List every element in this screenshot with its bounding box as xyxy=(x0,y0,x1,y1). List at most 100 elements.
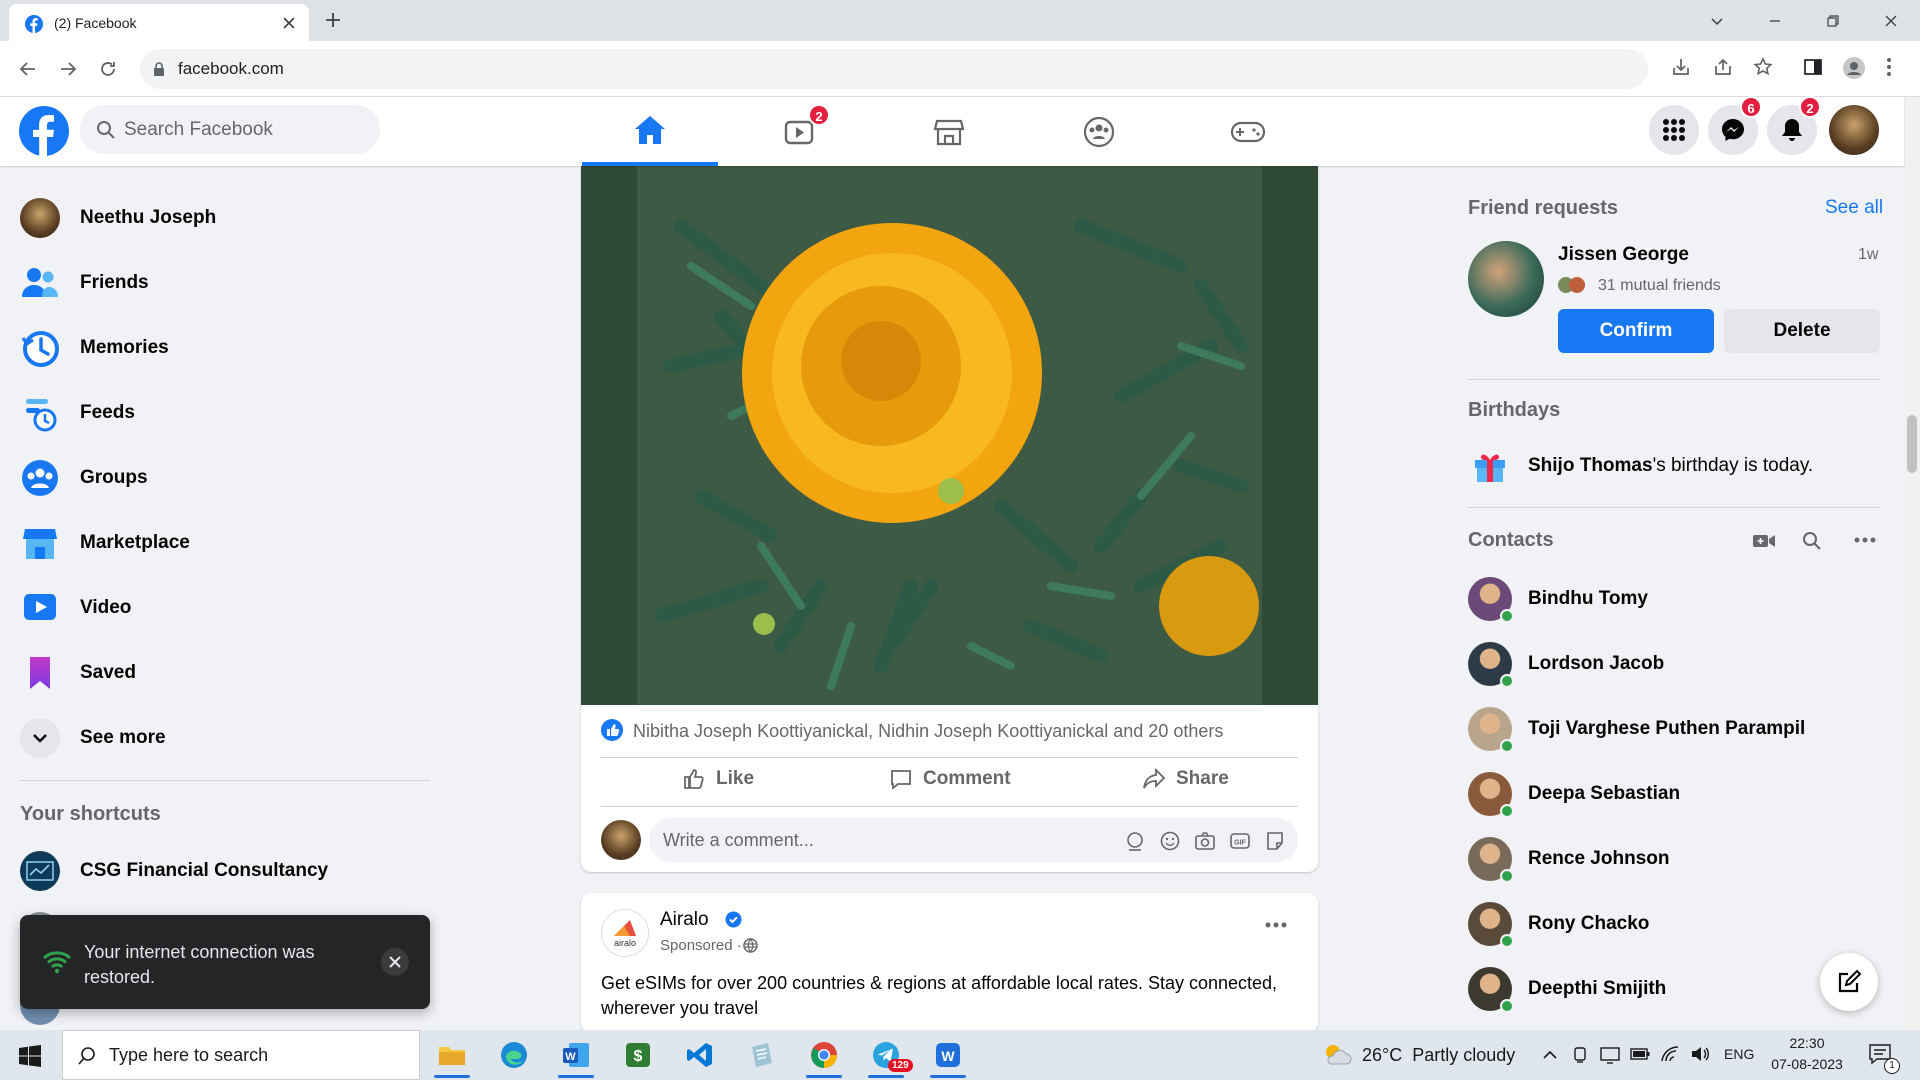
nav-tab-marketplace[interactable] xyxy=(881,97,1017,166)
birthday-person-name[interactable]: Shijo Thomas xyxy=(1528,455,1653,476)
new-message-button[interactable] xyxy=(1820,953,1878,1011)
commenter-avatar[interactable] xyxy=(601,820,641,860)
like-button[interactable]: Like xyxy=(682,759,754,799)
contacts-search-icon[interactable] xyxy=(1802,531,1822,551)
language-indicator[interactable]: ENG xyxy=(1724,1046,1754,1062)
sticker-icon[interactable] xyxy=(1264,830,1286,852)
messenger-button[interactable]: 6 xyxy=(1708,96,1762,155)
restore-icon[interactable] xyxy=(1804,0,1862,41)
telegram-app[interactable]: 129 xyxy=(856,1030,916,1080)
confirm-button[interactable]: Confirm xyxy=(1558,309,1714,353)
close-tab-icon[interactable] xyxy=(281,15,297,31)
friend-request-avatar[interactable] xyxy=(1468,241,1544,317)
contact-item[interactable]: Lordson Jacob xyxy=(1468,634,1888,690)
nav-tab-gaming[interactable] xyxy=(1180,97,1316,166)
sidebar-item-video[interactable]: Video xyxy=(16,580,436,636)
chrome-app[interactable] xyxy=(794,1030,854,1080)
windows-start-icon[interactable] xyxy=(19,1045,41,1067)
sidebar-item-feeds[interactable]: Feeds xyxy=(16,385,436,441)
back-icon[interactable] xyxy=(14,55,42,83)
clock-time[interactable]: 22:30 xyxy=(1772,1035,1842,1051)
nav-tab-groups[interactable] xyxy=(1031,97,1167,166)
nav-tab-watch[interactable]: 2 xyxy=(732,97,868,166)
weather-partly-cloudy-icon[interactable] xyxy=(1322,1042,1352,1068)
reload-icon[interactable] xyxy=(94,55,122,83)
minimize-icon[interactable] xyxy=(1746,0,1804,41)
new-room-video-icon[interactable] xyxy=(1752,531,1776,551)
bookmark-star-icon[interactable] xyxy=(1752,56,1774,78)
money-app[interactable]: $ xyxy=(608,1030,668,1080)
address-bar[interactable]: facebook.com xyxy=(140,49,1648,89)
profile-icon[interactable] xyxy=(1842,56,1866,80)
contact-item[interactable]: Toji Varghese Puthen Parampil xyxy=(1468,699,1888,755)
more-options-icon[interactable] xyxy=(1264,921,1288,929)
facebook-search-box[interactable] xyxy=(80,105,380,154)
post-author[interactable]: Airalo xyxy=(660,909,709,931)
chrome-menu-icon[interactable] xyxy=(1886,56,1892,78)
share-button[interactable]: Share xyxy=(1142,759,1229,799)
edge-app[interactable] xyxy=(484,1030,544,1080)
contact-item[interactable]: Bindhu Tomy xyxy=(1468,569,1888,625)
lock-icon[interactable] xyxy=(152,61,166,77)
contacts-options-icon[interactable] xyxy=(1853,536,1877,544)
file-explorer-app[interactable] xyxy=(422,1030,482,1080)
reactions-summary[interactable]: Nibitha Joseph Koottiyanickal, Nidhin Jo… xyxy=(633,721,1223,742)
search-input[interactable] xyxy=(124,105,364,154)
display-icon[interactable] xyxy=(1600,1046,1620,1064)
url-text[interactable]: facebook.com xyxy=(178,59,284,79)
sidebar-item-groups[interactable]: Groups xyxy=(16,450,436,506)
side-panel-icon[interactable] xyxy=(1802,56,1824,78)
like-reaction-icon[interactable] xyxy=(601,719,623,741)
account-avatar[interactable] xyxy=(1829,105,1879,155)
gif-icon[interactable]: GIF xyxy=(1229,830,1251,852)
delete-button[interactable]: Delete xyxy=(1724,309,1880,353)
install-app-icon[interactable] xyxy=(1670,56,1692,78)
emoji-icon[interactable] xyxy=(1159,830,1181,852)
sidebar-item-saved[interactable]: Saved xyxy=(16,645,436,701)
comment-input[interactable]: Write a comment... xyxy=(663,830,814,851)
wps-app[interactable]: W xyxy=(918,1030,978,1080)
weather-text[interactable]: 26°C Partly cloudy xyxy=(1362,1045,1515,1066)
post-photo[interactable] xyxy=(581,166,1318,705)
menu-button[interactable] xyxy=(1649,105,1699,155)
forward-icon[interactable] xyxy=(54,55,82,83)
network-wifi-icon[interactable] xyxy=(1660,1045,1680,1063)
show-hidden-icons-chevron-icon[interactable] xyxy=(1542,1048,1558,1060)
see-all-link[interactable]: See all xyxy=(1825,197,1883,219)
scrollbar-thumb[interactable] xyxy=(1907,415,1917,473)
notifications-button[interactable]: 2 xyxy=(1767,96,1821,155)
facebook-logo-icon[interactable] xyxy=(19,106,69,156)
avatar-sticker-icon[interactable] xyxy=(1124,830,1146,852)
meet-now-icon[interactable] xyxy=(1572,1046,1588,1064)
comment-button[interactable]: Comment xyxy=(889,759,1011,799)
share-icon[interactable] xyxy=(1712,56,1734,78)
sidebar-item-see-more[interactable]: See more xyxy=(16,710,436,766)
new-tab-icon[interactable] xyxy=(324,11,342,29)
word-app[interactable]: W xyxy=(546,1030,606,1080)
comment-box[interactable]: Write a comment... GIF xyxy=(649,818,1298,862)
sponsored-label[interactable]: Sponsored · xyxy=(660,937,742,954)
sidebar-item-friends[interactable]: Friends xyxy=(16,255,436,311)
battery-icon[interactable] xyxy=(1630,1048,1650,1060)
friend-request-name[interactable]: Jissen George xyxy=(1558,244,1689,266)
browser-tab[interactable]: (2) Facebook xyxy=(9,4,309,41)
notes-app[interactable] xyxy=(732,1030,792,1080)
volume-icon[interactable] xyxy=(1690,1045,1710,1063)
vscode-app[interactable] xyxy=(670,1030,730,1080)
nav-tab-home[interactable] xyxy=(582,97,718,166)
contact-item[interactable]: Rony Chacko xyxy=(1468,894,1888,950)
taskbar-search-box[interactable]: Type here to search xyxy=(62,1030,420,1080)
taskbar-search-input[interactable]: Type here to search xyxy=(109,1045,268,1066)
clock-date[interactable]: 07-08-2023 xyxy=(1764,1056,1850,1072)
page-scrollbar[interactable] xyxy=(1904,97,1920,1030)
close-window-icon[interactable] xyxy=(1862,0,1920,41)
mutual-friends-count[interactable]: 31 mutual friends xyxy=(1598,277,1721,295)
sidebar-item-profile[interactable]: Neethu Joseph xyxy=(16,190,436,246)
contact-item[interactable]: Deepa Sebastian xyxy=(1468,764,1888,820)
close-toast-icon[interactable] xyxy=(381,948,409,976)
sidebar-item-memories[interactable]: Memories xyxy=(16,320,436,376)
airalo-logo[interactable]: airalo xyxy=(601,909,649,957)
camera-icon[interactable] xyxy=(1194,830,1216,852)
shortcut-item[interactable]: CSG Financial Consultancy xyxy=(16,843,436,899)
sidebar-item-marketplace[interactable]: Marketplace xyxy=(16,515,436,571)
